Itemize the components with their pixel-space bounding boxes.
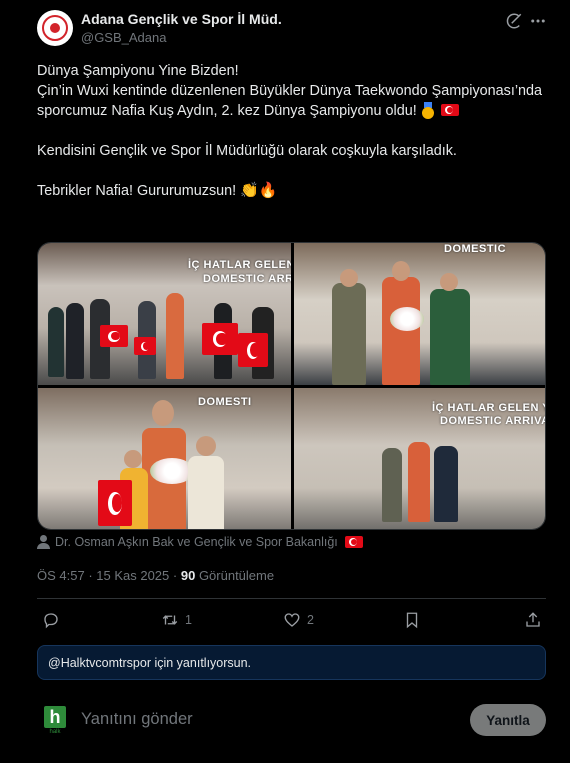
photo-credit[interactable]: Dr. Osman Aşkın Bak ve Gençlik ve Spor B… <box>37 535 363 549</box>
bookmark-icon <box>406 612 418 629</box>
photo-gallery: İÇ HATLAR GELEN DOMESTIC ARRI DOMESTIC D… <box>37 242 546 530</box>
replying-to-text: @Halktvcomtrspor için yanıtlıyorsun. <box>48 655 252 670</box>
turkish-flag <box>134 337 156 355</box>
athlete <box>382 277 420 385</box>
author-name[interactable]: Adana Gençlik ve Spor İl Müd. <box>81 11 282 27</box>
views-count: 90 <box>180 568 196 583</box>
author-avatar[interactable] <box>37 10 73 46</box>
tweet-date[interactable]: 15 Kas 2025 <box>96 568 169 583</box>
retweet-icon <box>162 615 178 625</box>
child <box>188 456 224 529</box>
replying-to-banner[interactable]: @Halktvcomtrspor için yanıtlıyorsun. <box>37 645 546 680</box>
avatar-logo-letter: h <box>44 706 66 728</box>
turkey-flag-icon <box>440 104 459 116</box>
more-options-icon[interactable] <box>529 12 547 30</box>
bouquet <box>390 307 424 331</box>
tweet-time[interactable]: ÖS 4:57 <box>37 568 85 583</box>
divider <box>37 598 546 599</box>
medal-icon <box>421 102 435 119</box>
reply-submit-button[interactable]: Yanıtla <box>470 704 546 736</box>
clapping-hands-icon: 👏 <box>240 182 259 199</box>
face <box>440 273 458 291</box>
airport-sign: İÇ HATLAR GELEN <box>188 259 291 271</box>
bookmark-button[interactable] <box>403 609 421 631</box>
person <box>430 289 470 385</box>
tweet-line-headline: Dünya Şampiyonu Yine Bizden! <box>37 63 239 79</box>
person-icon <box>37 535 50 549</box>
airport-sign-sub: DOMESTIC ARRIVA <box>440 415 546 427</box>
credit-text: Dr. Osman Aşkın Bak ve Gençlik ve Spor B… <box>55 535 338 549</box>
face <box>196 436 216 456</box>
face <box>392 261 410 281</box>
turkey-flag-icon <box>344 536 363 548</box>
reply-icon <box>44 613 58 629</box>
share-button[interactable] <box>524 609 542 631</box>
person <box>332 283 366 385</box>
face <box>152 400 174 426</box>
face <box>124 450 142 468</box>
heart-icon <box>284 613 300 627</box>
tweet-meta: ÖS 4:57 · 15 Kas 2025 · 90 Görüntüleme <box>37 568 275 583</box>
turkish-flag <box>238 333 268 367</box>
like-button[interactable]: 2 <box>283 609 314 631</box>
airport-sign-sub: DOMESTIC ARRI <box>203 273 291 285</box>
person <box>382 448 402 522</box>
user-avatar[interactable]: h halk <box>41 706 69 736</box>
retweet-button[interactable]: 1 <box>161 609 192 631</box>
person <box>434 446 458 522</box>
fire-icon: 🔥 <box>258 182 278 199</box>
person <box>166 293 184 379</box>
turkish-flag <box>202 323 238 355</box>
views-label: Görüntüleme <box>198 568 275 583</box>
reply-input[interactable]: Yanıtını gönder <box>81 710 381 729</box>
reply-composer: h halk Yanıtını gönder Yanıtla <box>37 704 546 738</box>
retweet-count: 1 <box>185 613 192 627</box>
grok-icon[interactable] <box>505 12 523 30</box>
action-bar: 1 2 <box>37 609 546 631</box>
person <box>48 307 64 377</box>
airport-sign: İÇ HATLAR GELEN Y <box>432 402 546 414</box>
person <box>66 303 84 379</box>
tweet-line-congrats: Tebrikler Nafia! Gururumuzsun! 👏🔥 <box>37 182 278 199</box>
author-handle[interactable]: @GSB_Adana <box>81 30 166 45</box>
airport-sign: DOMESTI <box>198 396 252 408</box>
tweet-header: Adana Gençlik ve Spor İl Müd. @GSB_Adana <box>37 10 547 50</box>
tweet-text: Dünya Şampiyonu Yine Bizden! Çin’in Wuxi… <box>37 61 547 201</box>
share-icon <box>526 612 540 627</box>
photo-trio-far[interactable]: İÇ HATLAR GELEN Y DOMESTIC ARRIVA <box>294 388 546 529</box>
turkish-flag <box>98 480 132 526</box>
avatar-logo-sub: halk <box>49 729 61 735</box>
tweet-line-welcome: Kendisini Gençlik ve Spor İl Müdürlüğü o… <box>37 143 457 159</box>
tweet-line-body: Çin’in Wuxi kentinde düzenlenen Büyükler… <box>37 83 547 119</box>
logo-icon <box>42 15 68 41</box>
like-count: 2 <box>307 613 314 627</box>
face <box>340 269 358 287</box>
photo-trio[interactable]: DOMESTIC <box>294 243 545 385</box>
athlete <box>408 442 430 522</box>
photo-group-welcome[interactable]: İÇ HATLAR GELEN DOMESTIC ARRI <box>38 243 291 385</box>
airport-sign: DOMESTIC <box>444 243 507 255</box>
reply-button[interactable] <box>42 609 66 631</box>
turkish-flag <box>100 325 128 347</box>
photo-athlete-children[interactable]: DOMESTI <box>38 388 291 529</box>
